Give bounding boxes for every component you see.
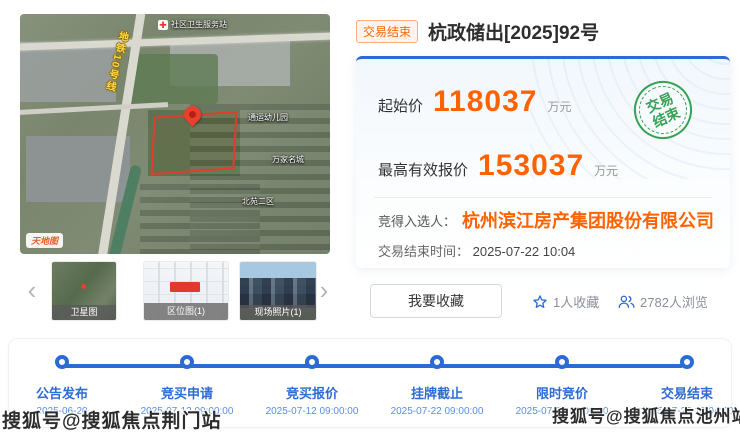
thumbnail-caption: 区位图(1) bbox=[144, 303, 228, 320]
winner-name: 杭州滨江房产集团股份有限公司 bbox=[462, 211, 715, 231]
thumbnail-site-photo[interactable]: 现场照片(1) bbox=[240, 262, 316, 320]
thumbnail-location-map[interactable]: 区位图(1) bbox=[144, 262, 228, 320]
page-title: 杭政储出[2025]92号 bbox=[428, 23, 600, 44]
thumbnail-map-marker bbox=[170, 282, 200, 292]
tianditu-logo: 天地图 bbox=[26, 233, 64, 248]
end-time-label: 交易结束时间： bbox=[378, 244, 470, 259]
start-price-row: 起始价 118037 万元 bbox=[378, 85, 571, 119]
thumbnail-satellite[interactable]: 卫星图 bbox=[52, 262, 116, 320]
favorite-count: 1人收藏 bbox=[553, 295, 600, 310]
start-price-label: 起始价 bbox=[378, 98, 424, 115]
star-icon bbox=[533, 294, 547, 308]
timeline-node bbox=[680, 355, 694, 369]
thumbnail-buildings bbox=[240, 278, 316, 308]
timeline-step-label: 限时竞价 bbox=[535, 386, 588, 401]
hospital-label: 社区卫生服务站 bbox=[171, 20, 227, 29]
stamp-text: 结束 bbox=[650, 104, 683, 131]
winner-row: 竞得入选人： 杭州滨江房产集团股份有限公司 bbox=[378, 207, 714, 233]
map-green-area bbox=[128, 54, 218, 104]
gallery-next-icon[interactable]: › bbox=[314, 274, 334, 308]
gallery-prev-icon[interactable]: ‹ bbox=[22, 274, 42, 308]
favorite-button[interactable]: 我要收藏 bbox=[370, 284, 502, 318]
timeline-step-label: 竞买报价 bbox=[285, 386, 338, 401]
timeline-node bbox=[555, 355, 569, 369]
timeline-node bbox=[305, 355, 319, 369]
timeline-node bbox=[180, 355, 194, 369]
thumbnail-caption: 现场照片(1) bbox=[240, 305, 316, 320]
start-price-unit: 万元 bbox=[547, 100, 572, 114]
action-row: 我要收藏 1人收藏 2782人浏览 bbox=[356, 284, 730, 320]
hospital-marker: ✚ 社区卫生服务站 bbox=[158, 19, 227, 30]
view-count: 2782人浏览 bbox=[640, 295, 708, 310]
view-count-group: 2782人浏览 bbox=[618, 292, 708, 311]
card-divider bbox=[374, 197, 712, 198]
viewers-icon bbox=[618, 295, 635, 309]
high-price-row: 最高有效报价 153037 万元 bbox=[378, 149, 618, 183]
high-price-unit: 万元 bbox=[594, 164, 619, 178]
timeline-step-date: 2025-07-12 09:00:00 bbox=[265, 406, 359, 417]
high-price-value: 153037 bbox=[478, 149, 585, 182]
timeline-node bbox=[55, 355, 69, 369]
end-time-row: 交易结束时间： 2025-07-22 10:04 bbox=[378, 241, 575, 260]
timeline-step: 挂牌截止 2025-07-22 09:00:00 bbox=[377, 383, 497, 417]
page: 地铁10号线 ✚ 社区卫生服务站 通运幼儿园 万家名城 北苑二区 天地图 ‹ 卫… bbox=[0, 0, 740, 434]
watermark-right: 搜狐号@搜狐焦点池州站 bbox=[552, 407, 740, 426]
timeline-step-label: 交易结束 bbox=[660, 386, 713, 401]
timeline-step: 竞买报价 2025-07-12 09:00:00 bbox=[252, 383, 372, 417]
stamp-text: 交易 bbox=[643, 89, 676, 116]
map-label: 万家名城 bbox=[272, 155, 304, 164]
start-price-value: 118037 bbox=[433, 85, 538, 118]
status-badge: 交易结束 bbox=[356, 20, 419, 43]
timeline-step-label: 竞买申请 bbox=[160, 386, 213, 401]
timeline-node bbox=[430, 355, 444, 369]
high-price-label: 最高有效报价 bbox=[378, 162, 469, 179]
map-residential-area bbox=[140, 184, 260, 254]
listing-header: 交易结束 杭政储出[2025]92号 bbox=[356, 18, 599, 45]
map-label: 北苑二区 bbox=[242, 197, 274, 206]
map-industrial-area bbox=[20, 42, 116, 102]
watermark-left: 搜狐号@搜狐焦点荆门站 bbox=[2, 411, 222, 432]
hospital-cross-icon: ✚ bbox=[158, 19, 168, 30]
thumbnail-caption: 卫星图 bbox=[52, 305, 116, 320]
image-gallery: ‹ 卫星图 区位图(1) 现场照片(1) › bbox=[8, 260, 342, 324]
timeline-step-date: 2025-07-22 09:00:00 bbox=[390, 406, 484, 417]
timeline-line bbox=[58, 364, 683, 368]
winner-label: 竞得入选人： bbox=[378, 213, 457, 229]
map-label: 通运幼儿园 bbox=[248, 113, 288, 122]
end-time-value: 2025-07-22 10:04 bbox=[472, 244, 576, 259]
map-road bbox=[20, 102, 169, 115]
timeline-step-label: 挂牌截止 bbox=[410, 386, 463, 401]
auction-info-card: 起始价 118037 万元 交易 结束 最高有效报价 153037 万元 竞得入… bbox=[356, 56, 730, 268]
satellite-map[interactable]: 地铁10号线 ✚ 社区卫生服务站 通运幼儿园 万家名城 北苑二区 天地图 bbox=[20, 14, 330, 254]
timeline-step-label: 公告发布 bbox=[35, 386, 88, 401]
favorite-count-group[interactable]: 1人收藏 bbox=[532, 292, 599, 311]
